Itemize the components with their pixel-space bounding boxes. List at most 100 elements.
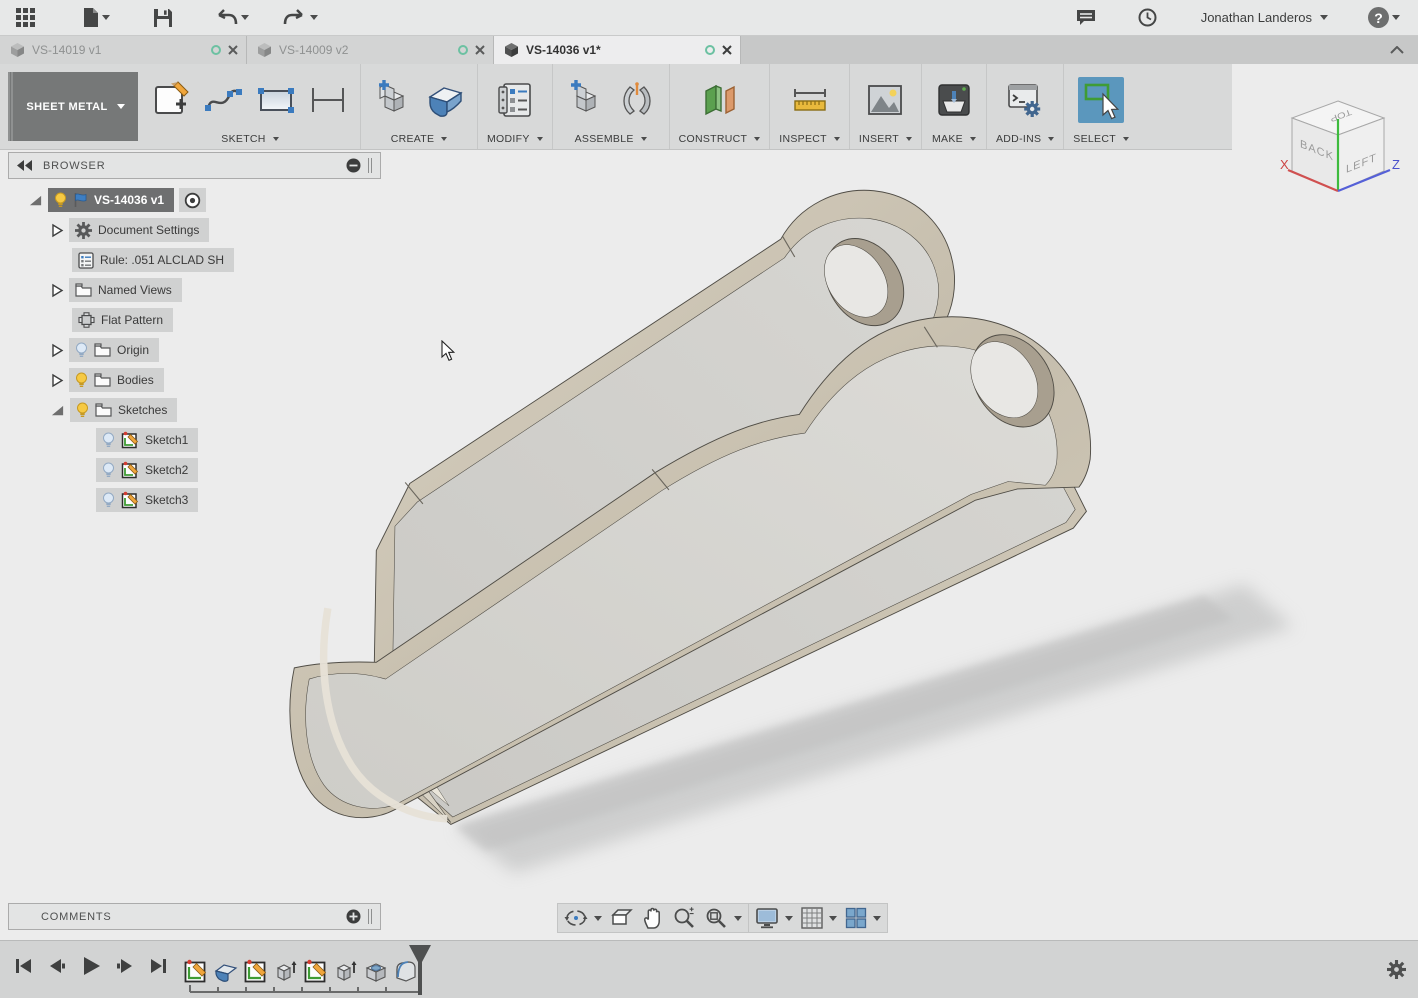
collapse-toolbar-button[interactable] bbox=[1390, 36, 1418, 64]
zoom-button[interactable] bbox=[672, 906, 696, 930]
joint-button[interactable] bbox=[614, 77, 660, 123]
panel-grip[interactable] bbox=[368, 909, 372, 924]
pan-button[interactable] bbox=[642, 906, 664, 930]
tree-item-sketches[interactable]: Sketches bbox=[70, 398, 177, 422]
viewcube[interactable]: TOP BACK LEFT X Z bbox=[1278, 95, 1404, 213]
new-component-button[interactable] bbox=[562, 77, 608, 123]
timeline-feature-extrude-1[interactable] bbox=[273, 958, 299, 984]
collapse-panel-icon[interactable] bbox=[17, 160, 33, 171]
add-comment-icon[interactable] bbox=[346, 909, 361, 924]
app-grid-button[interactable] bbox=[12, 4, 39, 32]
fit-caret[interactable] bbox=[734, 916, 742, 921]
spline-button[interactable] bbox=[201, 77, 247, 123]
expander-expanded-icon[interactable] bbox=[50, 403, 65, 418]
bulb-on-icon[interactable] bbox=[54, 192, 67, 209]
timeline-play-button[interactable] bbox=[80, 955, 102, 977]
sketch-dimension-button[interactable] bbox=[305, 77, 351, 123]
expander-collapsed-icon[interactable] bbox=[50, 373, 64, 388]
timeline-feature-sketch-3[interactable] bbox=[303, 958, 329, 984]
make-group-dropdown[interactable]: MAKE bbox=[931, 130, 977, 145]
create-group-dropdown[interactable]: CREATE bbox=[370, 130, 468, 145]
redo-button[interactable] bbox=[279, 4, 322, 32]
bulb-off-icon[interactable] bbox=[75, 342, 88, 359]
expander-expanded-icon[interactable] bbox=[28, 193, 43, 208]
display-settings-button[interactable] bbox=[755, 907, 793, 929]
flange-button[interactable] bbox=[422, 77, 468, 123]
tree-item-rule[interactable]: Rule: .051 ALCLAD SH bbox=[72, 248, 234, 272]
timeline-feature-sketch-2[interactable] bbox=[243, 958, 269, 984]
close-tab-icon[interactable] bbox=[475, 45, 485, 55]
display-settings-caret[interactable] bbox=[785, 916, 793, 921]
tree-item-root[interactable]: VS-14036 v1 bbox=[48, 188, 174, 212]
timeline-settings-gear-icon[interactable] bbox=[1387, 960, 1406, 979]
close-tab-icon[interactable] bbox=[228, 45, 238, 55]
timeline-feature-sketch-1[interactable] bbox=[183, 958, 209, 984]
timeline-step-forward-button[interactable] bbox=[115, 956, 135, 976]
tree-item-sketch3[interactable]: Sketch3 bbox=[96, 488, 198, 512]
document-tab-2[interactable]: VS-14009 v2 bbox=[247, 36, 494, 64]
orbit-caret[interactable] bbox=[594, 916, 602, 921]
modify-form-button[interactable] bbox=[492, 77, 538, 123]
grid-settings-caret[interactable] bbox=[829, 916, 837, 921]
timeline-step-back-button[interactable] bbox=[47, 956, 67, 976]
timeline-feature-extrude-2[interactable] bbox=[333, 958, 359, 984]
tree-item-sketch2[interactable]: Sketch2 bbox=[96, 458, 198, 482]
scripts-addins-button[interactable] bbox=[1002, 77, 1048, 123]
tree-item-sketch1[interactable]: Sketch1 bbox=[96, 428, 198, 452]
create-sketch-button[interactable] bbox=[149, 77, 195, 123]
bulb-on-icon[interactable] bbox=[76, 402, 89, 419]
new-body-button[interactable] bbox=[370, 77, 416, 123]
notifications-button[interactable] bbox=[1134, 4, 1161, 32]
expander-collapsed-icon[interactable] bbox=[50, 283, 64, 298]
tree-item-named-views[interactable]: Named Views bbox=[69, 278, 182, 302]
document-tab-3-active[interactable]: VS-14036 v1* bbox=[494, 36, 741, 64]
tree-item-bodies[interactable]: Bodies bbox=[69, 368, 164, 392]
select-button[interactable] bbox=[1078, 77, 1124, 123]
assemble-group-dropdown[interactable]: ASSEMBLE bbox=[562, 130, 660, 145]
rectangle-button[interactable] bbox=[253, 77, 299, 123]
panel-display-toggle-icon[interactable] bbox=[346, 158, 361, 173]
tree-item-flat-pattern[interactable]: Flat Pattern bbox=[72, 308, 173, 332]
bulb-off-icon[interactable] bbox=[102, 492, 115, 509]
timeline-go-start-button[interactable] bbox=[14, 956, 34, 976]
timeline-go-end-button[interactable] bbox=[148, 956, 168, 976]
close-tab-icon[interactable] bbox=[722, 45, 732, 55]
bulb-off-icon[interactable] bbox=[102, 462, 115, 479]
construct-plane-button[interactable] bbox=[696, 77, 742, 123]
fit-button[interactable] bbox=[704, 906, 742, 930]
construct-group-dropdown[interactable]: CONSTRUCT bbox=[679, 130, 761, 145]
inspect-group-dropdown[interactable]: INSPECT bbox=[779, 130, 840, 145]
undo-button[interactable] bbox=[210, 4, 253, 32]
expander-collapsed-icon[interactable] bbox=[50, 343, 64, 358]
grid-settings-button[interactable] bbox=[801, 907, 837, 929]
feedback-button[interactable] bbox=[1072, 4, 1100, 32]
tree-item-document-settings[interactable]: Document Settings bbox=[69, 218, 209, 242]
user-account-menu[interactable]: Jonathan Landeros bbox=[1197, 4, 1332, 32]
workspace-switcher[interactable]: SHEET METAL bbox=[8, 72, 138, 141]
tree-item-origin[interactable]: Origin bbox=[69, 338, 159, 362]
select-group-dropdown[interactable]: SELECT bbox=[1073, 130, 1129, 145]
measure-button[interactable] bbox=[787, 77, 833, 123]
insert-button[interactable] bbox=[862, 77, 908, 123]
document-tab-1[interactable]: VS-14019 v1 bbox=[0, 36, 247, 64]
ground-indicator[interactable] bbox=[179, 188, 206, 212]
make-button[interactable] bbox=[931, 77, 977, 123]
panel-grip[interactable] bbox=[368, 158, 372, 173]
addins-group-dropdown[interactable]: ADD-INS bbox=[996, 130, 1054, 145]
expander-collapsed-icon[interactable] bbox=[50, 223, 64, 238]
viewports-caret[interactable] bbox=[873, 916, 881, 921]
timeline-feature-hole[interactable] bbox=[363, 958, 389, 984]
viewports-button[interactable] bbox=[845, 907, 881, 929]
save-button[interactable] bbox=[150, 4, 176, 32]
timeline-feature-flange[interactable] bbox=[213, 958, 239, 984]
orbit-button[interactable] bbox=[564, 906, 602, 930]
sheet-metal-part[interactable] bbox=[290, 190, 1091, 824]
bulb-on-icon[interactable] bbox=[75, 372, 88, 389]
bulb-off-icon[interactable] bbox=[102, 432, 115, 449]
timeline-position-marker[interactable] bbox=[407, 945, 433, 995]
help-menu-button[interactable]: ? bbox=[1364, 4, 1404, 32]
file-menu-button[interactable] bbox=[79, 4, 114, 32]
insert-group-dropdown[interactable]: INSERT bbox=[859, 130, 912, 145]
look-at-button[interactable] bbox=[610, 907, 634, 929]
modify-group-dropdown[interactable]: MODIFY bbox=[487, 130, 543, 145]
